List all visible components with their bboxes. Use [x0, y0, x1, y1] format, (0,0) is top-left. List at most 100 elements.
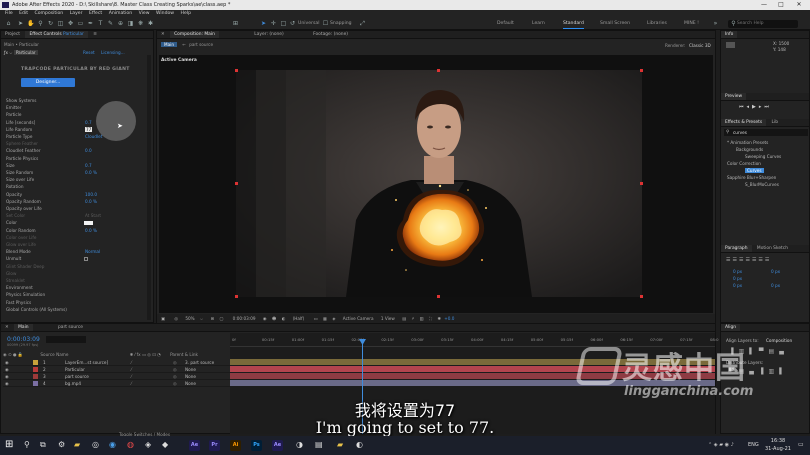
puppet-pin-icon[interactable]: ✱ — [147, 20, 154, 27]
tab-libraries[interactable]: Lib — [768, 119, 782, 126]
space-before-value[interactable]: 0 px — [733, 283, 742, 288]
indent-first-value[interactable]: 0 px — [733, 276, 742, 281]
windows-start-icon[interactable]: ⊞ — [5, 439, 13, 450]
snapping-checkbox[interactable]: ☐ — [322, 20, 329, 27]
pick-whip-icon[interactable]: ◎ — [173, 380, 177, 387]
comp-breadcrumb-sub[interactable]: part source — [189, 42, 213, 47]
renderer-value[interactable]: Classic 3D — [689, 43, 711, 48]
layer-name[interactable]: LayerEm...st source] — [65, 359, 108, 366]
last-frame-icon[interactable]: ⏭ — [764, 104, 772, 110]
menu-layer[interactable]: Layer — [70, 10, 83, 18]
square-icon[interactable]: □ — [280, 20, 287, 27]
effects-tree-item[interactable]: Curves — [745, 168, 764, 173]
timeline-icon[interactable]: ▥ — [420, 316, 424, 321]
workspace-mine[interactable]: MINE ! — [684, 20, 699, 28]
tab-align[interactable]: Align — [721, 324, 741, 331]
region-icon[interactable]: ▢ — [219, 316, 223, 321]
workspace-learn[interactable]: Learn — [532, 20, 545, 28]
label-color[interactable] — [33, 367, 38, 372]
layer-row[interactable]: ◉ 4 bg.mp4 ⁄ ◎ None — [3, 380, 231, 387]
menu-window[interactable]: Window — [156, 10, 174, 18]
pen-tool-icon[interactable]: ✒ — [87, 20, 94, 27]
fx-toggle-icon[interactable]: ƒx ⌵ — [4, 50, 12, 55]
after-effects-taskbar-icon-2[interactable]: Ae — [272, 440, 283, 451]
photoshop-taskbar-icon[interactable]: Ps — [251, 440, 262, 451]
always-preview-icon[interactable]: ▣ — [161, 316, 165, 321]
illustrator-taskbar-icon[interactable]: Ai — [230, 440, 241, 451]
property-value[interactable]: 0.0 % — [85, 199, 97, 204]
premiere-taskbar-icon[interactable]: Pr — [209, 440, 220, 451]
layer-name[interactable]: part source — [65, 373, 89, 380]
tab-project[interactable]: Project — [1, 31, 24, 38]
transform-handle[interactable] — [235, 182, 238, 185]
tab-footage[interactable]: Footage: (none) — [309, 31, 352, 38]
property-value[interactable]: 0.0 % — [85, 170, 97, 175]
parent-link-header[interactable]: Parent & Link — [170, 352, 198, 357]
workspace-menu-icon[interactable]: » — [712, 20, 719, 27]
property-value[interactable]: 0.0 % — [85, 228, 97, 233]
settings-icon[interactable]: ⚙ — [58, 440, 65, 449]
notification-icon[interactable]: ▭ — [798, 441, 804, 448]
scrollbar[interactable] — [147, 55, 151, 320]
camera-dropdown[interactable]: Active Camera — [343, 316, 374, 321]
exposure-value[interactable]: +0.0 — [444, 316, 454, 321]
draft-3d-icon[interactable]: ◈ — [332, 316, 335, 321]
selection-arrow-icon[interactable]: ➤ — [260, 20, 267, 27]
space-after-value[interactable]: 0 px — [771, 283, 780, 288]
roto-brush-icon[interactable]: ❋ — [137, 20, 144, 27]
app-icon[interactable]: ◑ — [296, 440, 303, 449]
move-icon[interactable]: ✛ — [270, 20, 277, 27]
pick-whip-icon[interactable]: ◎ — [173, 373, 177, 380]
workspace-standard[interactable]: Standard — [563, 20, 584, 29]
layer-row[interactable]: ◉ 2 Particular ⁄ ◎ None — [3, 366, 231, 373]
search-help-input[interactable]: Search Help — [728, 20, 798, 28]
snapshot-icon[interactable]: ◉ — [263, 316, 267, 321]
property-value[interactable]: 100.0 — [85, 192, 97, 197]
transparency-grid-icon[interactable]: ▦ — [323, 316, 327, 321]
composition-viewer[interactable]: Active Camera — [159, 55, 713, 313]
tab-effects-presets[interactable]: Effects & Presets — [721, 119, 767, 126]
parent-dropdown[interactable]: None — [185, 380, 196, 387]
resolution-dropdown[interactable]: (Half) — [293, 316, 305, 321]
menu-help[interactable]: Help — [181, 10, 191, 18]
app-icon[interactable]: ◐ — [356, 440, 363, 449]
maximize-button[interactable]: □ — [773, 0, 789, 10]
transform-handle[interactable] — [437, 69, 440, 72]
visibility-icon[interactable]: ◉ — [5, 373, 9, 380]
fx-name[interactable]: Particular — [13, 50, 38, 55]
effects-tree-item[interactable]: Sweeping Curves — [745, 154, 781, 159]
roi-icon[interactable]: ▭ — [314, 316, 318, 321]
flowchart-icon[interactable]: ⛶ — [429, 316, 432, 321]
fast-preview-icon[interactable]: ⚡ — [411, 316, 414, 321]
comp-breadcrumb-main[interactable]: Main — [161, 42, 177, 47]
task-view-icon[interactable]: ⧉ — [40, 440, 46, 450]
menu-view[interactable]: View — [139, 10, 150, 18]
app-icon[interactable]: ◈ — [145, 440, 151, 449]
pick-whip-icon[interactable]: ◎ — [173, 359, 177, 366]
local-axis-icon[interactable]: ⊞ — [232, 20, 239, 27]
layer-row[interactable]: ◉ 3 part source ⁄ ◎ None — [3, 373, 231, 380]
tab-composition[interactable]: Composition: Main — [170, 31, 219, 38]
effects-tree-item[interactable]: S_BlurMoCurves — [745, 182, 779, 187]
pick-whip-icon[interactable]: ◎ — [173, 366, 177, 373]
close-button[interactable]: ✕ — [791, 0, 807, 10]
layer-name[interactable]: bg.mp4 — [65, 380, 81, 387]
property-value[interactable]: 0.7 — [85, 120, 92, 125]
label-color[interactable] — [33, 374, 38, 379]
timeline-timecode[interactable]: 0:00:03:09 — [7, 336, 40, 343]
indent-right-value[interactable]: 0 px — [771, 269, 780, 274]
reset-link[interactable]: Reset — [83, 50, 95, 55]
minimize-button[interactable]: — — [756, 0, 772, 10]
tab-paragraph[interactable]: Paragraph — [721, 245, 752, 252]
brush-tool-icon[interactable]: ✎ — [107, 20, 114, 27]
workspace-default[interactable]: Default — [497, 20, 514, 28]
menu-effect[interactable]: Effect — [89, 10, 102, 18]
layer-switches[interactable]: ⁄ — [131, 366, 132, 373]
designer-button[interactable]: Designer... — [21, 78, 75, 87]
layer-switches[interactable]: ⁄ — [131, 380, 132, 387]
property-value[interactable]: At Start — [85, 213, 101, 218]
workspace-small-screen[interactable]: Small Screen — [600, 20, 630, 28]
color-swatch[interactable] — [84, 220, 93, 225]
eraser-tool-icon[interactable]: ◨ — [127, 20, 134, 27]
effects-tree-item[interactable]: * Animation Presets — [727, 140, 768, 145]
